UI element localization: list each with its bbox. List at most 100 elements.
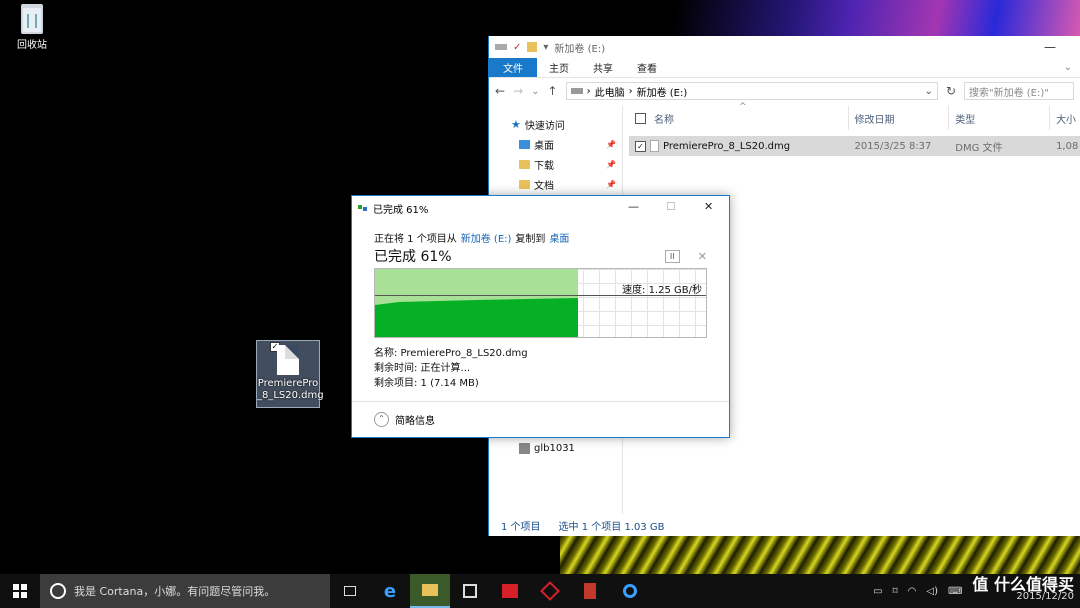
chevron-right-icon: › [586, 85, 591, 97]
tab-file[interactable]: 文件 [489, 58, 537, 77]
details-toggle[interactable]: ⌃ 简略信息 [352, 401, 729, 437]
nav-item-documents[interactable]: 文档 📌 [489, 174, 622, 194]
battery-icon[interactable]: ▭ [873, 586, 882, 597]
speed-graph-area [375, 298, 578, 337]
new-folder-icon[interactable] [527, 42, 538, 52]
column-size[interactable]: 大小 [1050, 106, 1080, 130]
up-icon[interactable]: ↑ [548, 84, 558, 98]
task-view-button[interactable] [330, 574, 370, 608]
breadcrumb-drive[interactable]: 新加卷 (E:) [637, 84, 688, 99]
copy-icon [358, 203, 368, 213]
address-bar[interactable]: › 此电脑 › 新加卷 (E:) ⌄ [565, 82, 938, 100]
explorer-title-bar: ✓ ▾ 新加卷 (E:) — [489, 36, 1080, 58]
keyboard-icon[interactable]: ⌨ [948, 586, 962, 597]
copy-prefix: 正在将 1 个项目从 [374, 234, 457, 245]
column-modified[interactable]: 修改日期 [849, 106, 950, 130]
copy-description: 正在将 1 个项目从 新加卷 (E:) 复制到 桌面 [374, 230, 707, 246]
pin-icon[interactable]: 📌 [606, 140, 616, 149]
speed-label: 速度: 1.25 GB/秒 [622, 285, 702, 296]
speed-area [375, 298, 578, 337]
transfer-info: 名称: PremierePro_8_LS20.dmg 剩余时间: 正在计算...… [374, 346, 707, 391]
table-row[interactable]: ✓ PremierePro_8_LS20.dmg 2015/3/25 8:37 … [629, 136, 1080, 156]
taskbar-file-explorer[interactable] [410, 574, 450, 608]
address-row: ← → ⌄ ↑ › 此电脑 › 新加卷 (E:) ⌄ ↻ 搜索"新加卷 (E:)… [489, 78, 1080, 104]
select-all-checkbox[interactable] [635, 112, 646, 124]
chevron-right-icon: › [628, 85, 633, 97]
store-icon [463, 584, 477, 598]
file-size: 1,08 [1056, 140, 1079, 152]
pin-icon[interactable]: 📌 [606, 160, 616, 169]
details-label: 简略信息 [395, 416, 435, 427]
refresh-icon[interactable]: ↻ [946, 84, 956, 98]
breadcrumb-this-pc[interactable]: 此电脑 [595, 84, 625, 99]
user-folder-icon [519, 442, 530, 454]
row-checkbox[interactable]: ✓ [635, 140, 646, 152]
file-modified: 2015/3/25 8:37 [854, 140, 932, 152]
ribbon-expand-icon[interactable]: ⌄ [1064, 58, 1080, 77]
info-time-remaining: 剩余时间: 正在计算... [374, 363, 471, 374]
column-headers: 名称 修改日期 类型 大小 [629, 106, 1080, 130]
file-name-cell: ✓ PremierePro_8_LS20.dmg [629, 140, 849, 152]
tab-home[interactable]: 主页 [537, 58, 581, 77]
tab-share[interactable]: 共享 [581, 58, 625, 77]
windows-logo-icon [13, 584, 27, 598]
nav-item-quick-access[interactable]: ★ 快速访问 [489, 114, 622, 134]
nav-label: 快速访问 [524, 120, 565, 132]
forward-icon[interactable]: → [513, 84, 523, 98]
column-type[interactable]: 类型 [949, 106, 1051, 130]
nav-item-user[interactable]: glb1031 [489, 438, 575, 458]
folder-icon [422, 584, 438, 596]
taskbar-app-red-cube[interactable] [530, 574, 570, 608]
volume-icon[interactable]: ◁) [926, 586, 938, 597]
status-selected: 选中 1 个项目 1.03 GB [558, 521, 665, 533]
pin-icon[interactable]: 📌 [606, 180, 616, 189]
wallpaper-light-streak [500, 0, 1080, 40]
nav-item-downloads[interactable]: 下载 📌 [489, 154, 622, 174]
nav-label: 文档 [534, 180, 554, 192]
percent-row: 已完成 61% II ✕ [374, 246, 707, 266]
taskbar-app-blue[interactable] [610, 574, 650, 608]
recycle-bin-label: 回收站 [17, 40, 47, 51]
properties-icon[interactable]: ✓ [513, 42, 521, 53]
nav-label: 桌面 [534, 140, 554, 152]
cortana-search-box[interactable]: 我是 Cortana，小娜。有问题尽管问我。 [40, 574, 330, 608]
cortana-icon [50, 583, 66, 599]
clock[interactable]: 值 什么值得买 2015/12/20 [972, 577, 1074, 603]
status-item-count: 1 个项目 [501, 521, 541, 533]
stop-button[interactable]: ✕ [698, 250, 707, 263]
minimize-button[interactable]: — [628, 200, 639, 213]
taskbar-store[interactable] [450, 574, 490, 608]
taskbar-edge[interactable]: e [370, 574, 410, 608]
pause-button[interactable]: II [664, 249, 680, 263]
usb-icon[interactable]: ⌑ [893, 586, 898, 597]
quick-access-dropdown-icon[interactable]: ▾ [543, 42, 548, 53]
cortana-text: 我是 Cortana，小娜。有问题尽管问我。 [74, 585, 276, 598]
destination-link[interactable]: 桌面 [549, 230, 569, 246]
back-icon[interactable]: ← [495, 84, 505, 98]
sort-arrow-icon: ^ [739, 102, 747, 112]
desktop-file-dmg[interactable]: ✓ PremierePro _8_LS20.dmg [256, 340, 324, 408]
recycle-bin[interactable]: 回收站 [12, 4, 52, 51]
address-dropdown-icon[interactable]: ⌄ [925, 86, 933, 97]
search-input[interactable]: 搜索"新加卷 (E:)" [964, 82, 1074, 100]
info-items-remaining: 剩余项目: 1 (7.14 MB) [374, 378, 479, 389]
start-button[interactable] [0, 574, 40, 608]
info-name: 名称: PremierePro_8_LS20.dmg [374, 348, 528, 359]
source-link[interactable]: 新加卷 (E:) [461, 230, 512, 246]
desktop-folder-icon [519, 139, 530, 149]
taskbar-app-pdf[interactable] [570, 574, 610, 608]
tab-view[interactable]: 查看 [625, 58, 669, 77]
system-tray: ▭ ⌑ ◠ ◁) ⌨ 值 什么值得买 2015/12/20 [873, 577, 1080, 603]
desktop-file-label-1: PremierePro [257, 378, 319, 389]
documents-folder-icon [519, 179, 530, 189]
cube-icon [540, 581, 560, 601]
nav-item-desktop[interactable]: 桌面 📌 [489, 134, 622, 154]
maximize-button: ☐ [666, 200, 676, 213]
close-button[interactable]: ✕ [704, 200, 713, 213]
minimize-button[interactable]: — [1044, 40, 1056, 54]
recent-dropdown-icon[interactable]: ⌄ [531, 86, 539, 97]
file-icon [650, 140, 659, 152]
blue-app-icon [623, 584, 637, 598]
taskbar-app-red-book[interactable] [490, 574, 530, 608]
wifi-icon[interactable]: ◠ [908, 586, 917, 597]
